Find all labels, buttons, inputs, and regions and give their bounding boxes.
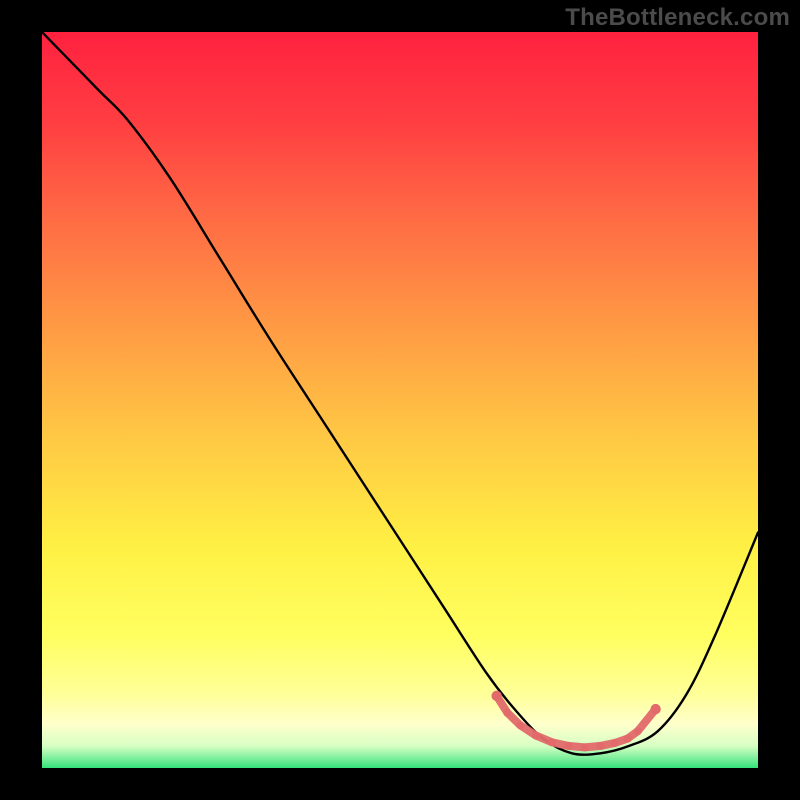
marker-dot (596, 742, 604, 750)
marker-dot (650, 704, 660, 714)
marker-dot (491, 691, 501, 701)
marker-dot (516, 721, 524, 729)
marker-dot (564, 742, 572, 750)
marker-dot (532, 732, 540, 740)
marker-dot (624, 735, 632, 743)
watermark-text: TheBottleneck.com (565, 4, 790, 32)
marker-dot (611, 739, 619, 747)
gradient-background (42, 32, 758, 768)
marker-dot (581, 743, 589, 751)
marker-dot (634, 727, 642, 735)
marker-dot (548, 738, 556, 746)
marker-dot (503, 709, 511, 717)
plot-area (42, 32, 758, 768)
chart-frame: TheBottleneck.com (0, 0, 800, 800)
bottleneck-chart (42, 32, 758, 768)
